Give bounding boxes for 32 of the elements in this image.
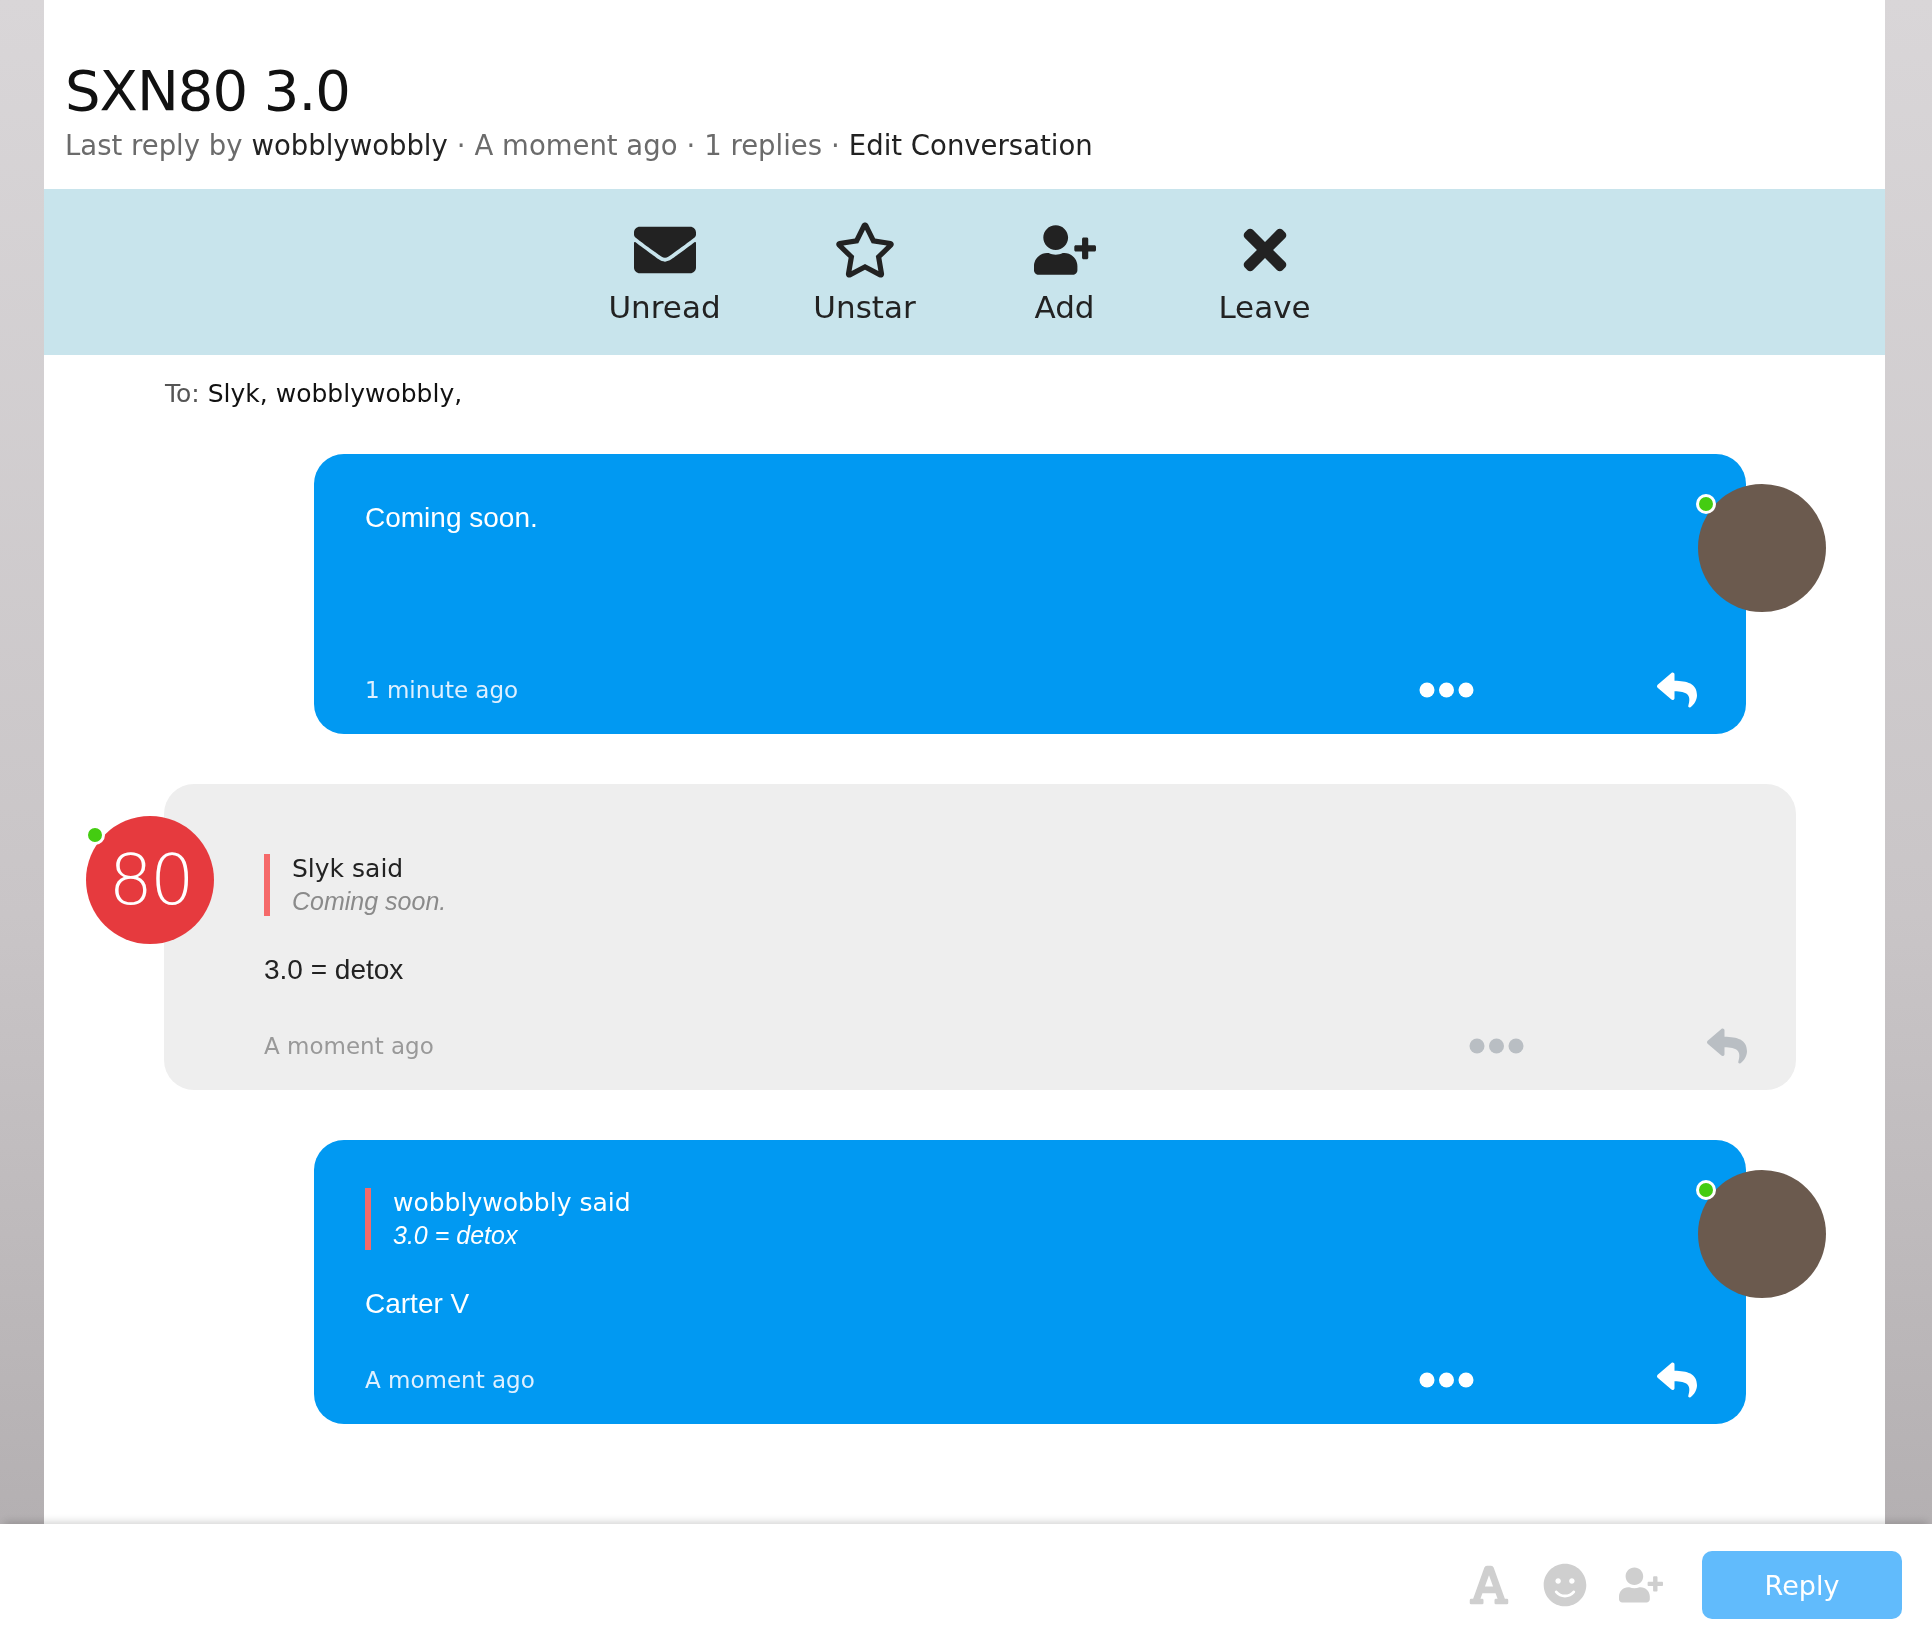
message-time: A moment ago bbox=[365, 1367, 536, 1393]
reply-icon[interactable] bbox=[1654, 670, 1700, 710]
message-time: 1 minute ago bbox=[365, 677, 520, 703]
username: wobblywobbly bbox=[251, 129, 448, 161]
message-text: Coming soon. bbox=[365, 502, 539, 534]
toolbar-button[interactable]: Add bbox=[964, 219, 1165, 325]
more-icon[interactable] bbox=[1419, 1372, 1474, 1388]
meta-text: A moment ago bbox=[474, 129, 678, 161]
reply-icon[interactable] bbox=[1704, 1026, 1750, 1066]
separator: · bbox=[831, 129, 840, 161]
message-time: A moment ago bbox=[264, 1033, 435, 1059]
reply-icon[interactable] bbox=[1654, 1360, 1700, 1400]
quote-text: Coming soon. bbox=[292, 887, 448, 916]
conversation-title: SXN80 3.0 bbox=[65, 58, 351, 123]
quote-author: wobblywobbly said bbox=[393, 1188, 632, 1217]
separator: · bbox=[686, 129, 696, 161]
message-text: 3.0 = detox bbox=[264, 954, 405, 986]
toolbar-button[interactable]: Unstar bbox=[764, 219, 965, 325]
separator: · bbox=[456, 129, 466, 161]
meta-text: Last reply by bbox=[65, 129, 243, 161]
edit-conversation-link[interactable]: Edit Conversation bbox=[848, 129, 1093, 161]
quote-author: Slyk said bbox=[292, 854, 405, 883]
more-icon[interactable] bbox=[1469, 1038, 1524, 1054]
meta-text: 1 replies bbox=[704, 129, 823, 161]
recipients-label: To: bbox=[165, 379, 200, 408]
toolbar-button[interactable]: Leave bbox=[1164, 219, 1365, 325]
more-icon[interactable] bbox=[1419, 682, 1474, 698]
recipients-names: Slyk, wobblywobbly, bbox=[207, 379, 463, 408]
avatar-number: 80 bbox=[108, 839, 192, 921]
message-text: Carter V bbox=[365, 1288, 471, 1320]
quote-text: 3.0 = detox bbox=[393, 1221, 519, 1250]
toolbar-button[interactable]: Unread bbox=[564, 219, 765, 325]
